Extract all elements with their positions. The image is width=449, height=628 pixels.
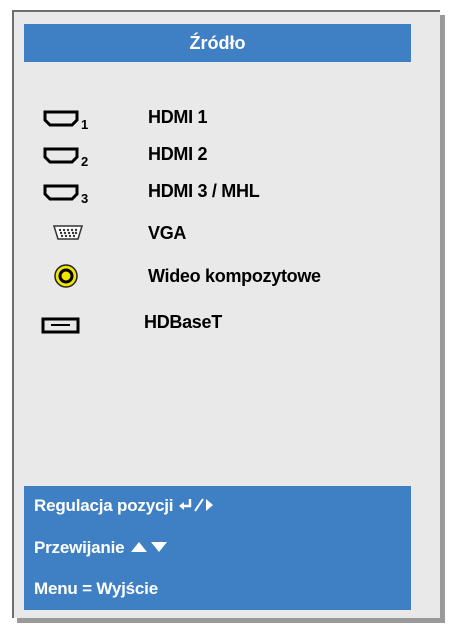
composite-rca-icon [54,264,78,288]
source-label: HDMI 2 [148,144,208,164]
source-label: VGA [148,223,187,243]
source-item-vga[interactable]: VGA [40,219,440,249]
source-item-hdmi-2[interactable]: 2 HDMI 2 [40,140,440,170]
source-label: HDMI 3 / MHL [148,181,260,201]
svg-text:3: 3 [81,191,88,206]
svg-text:2: 2 [81,154,88,169]
source-item-composite[interactable]: Wideo kompozytowe [40,262,440,292]
source-item-hdmi-3-mhl[interactable]: 3 HDMI 3 / MHL [40,177,440,207]
source-label: HDBaseT [144,312,222,332]
hdbaset-port-icon [41,317,80,334]
source-label: HDMI 1 [148,107,208,127]
help-exit: Menu = Wyjście [34,579,158,598]
help-bar: Regulacja pozycji Przewijanie Menu = Wyj… [24,486,411,610]
vga-port-icon [52,225,84,240]
enter-right-icon [178,498,213,512]
svg-text:1: 1 [81,117,88,132]
help-scroll: Przewijanie [34,538,171,558]
hdmi-1-icon: 1 [43,110,88,132]
up-down-arrows-icon [130,542,167,552]
help-adjust-position: Regulacja pozycji [34,496,224,516]
source-label: Wideo kompozytowe [148,266,321,286]
source-item-hdmi-1[interactable]: 1 HDMI 1 [40,103,440,133]
menu-title: Źródło [24,24,411,62]
source-item-hdbaset[interactable]: HDBaseT [40,308,440,338]
hdmi-2-icon: 2 [43,147,88,169]
hdmi-3-icon: 3 [43,184,88,206]
